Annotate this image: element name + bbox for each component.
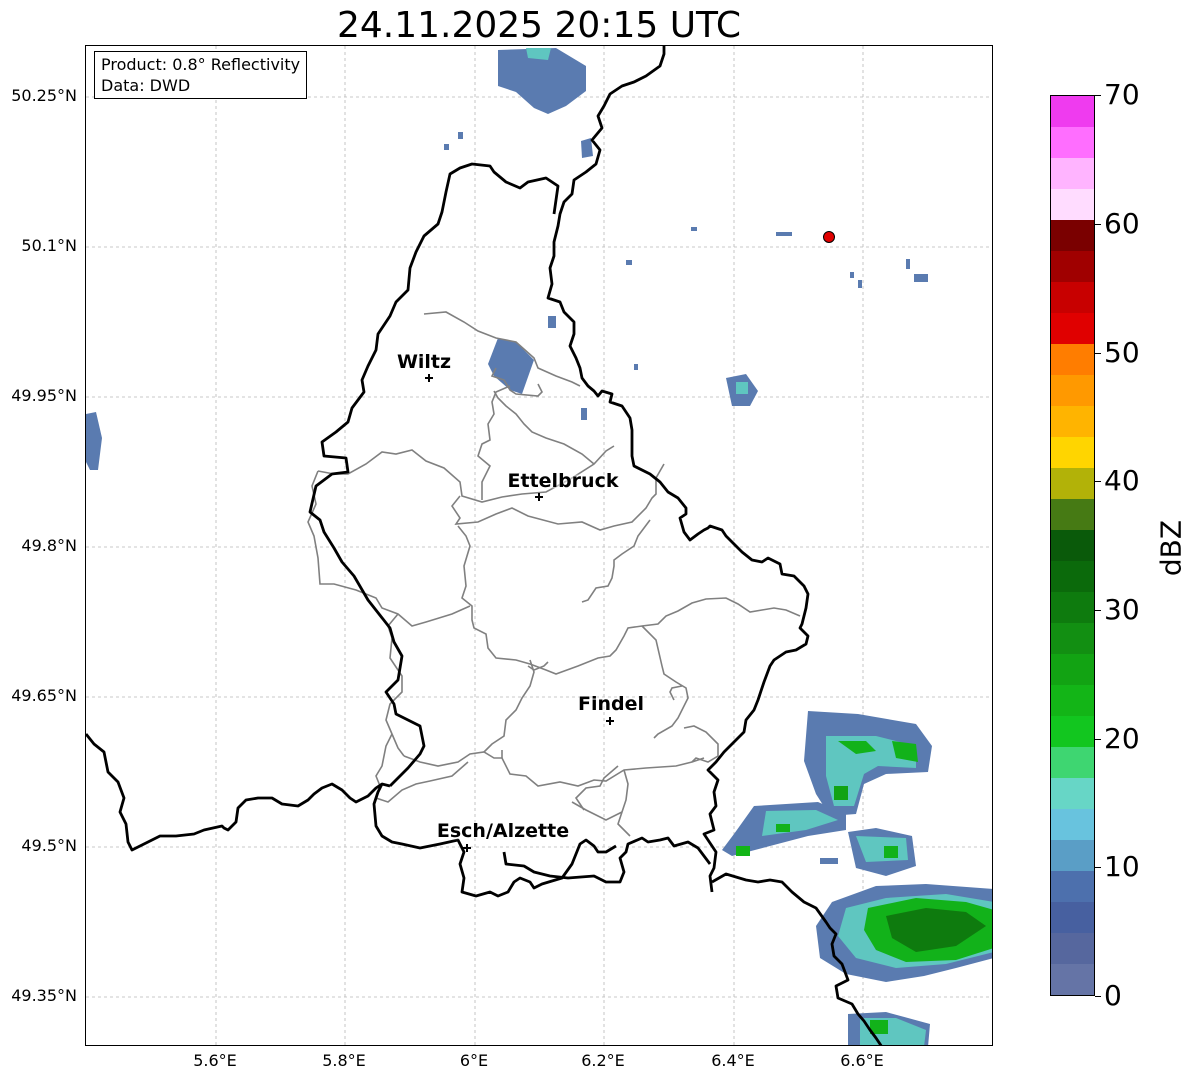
- map-panel: [85, 45, 993, 1046]
- colorbar-segment: [1051, 127, 1094, 158]
- data-source-label: Data: DWD: [101, 76, 191, 95]
- lat-tick-label: 50.1°N: [21, 236, 77, 255]
- map-title: 24.11.2025 20:15 UTC: [336, 5, 742, 46]
- colorbar-segment: [1051, 220, 1094, 251]
- colorbar-segment: [1051, 406, 1094, 437]
- colorbar-segment: [1051, 375, 1094, 406]
- lat-tick-label: 49.65°N: [11, 686, 77, 705]
- colorbar-tick: [1095, 867, 1101, 868]
- colorbar-tick: [1095, 95, 1101, 96]
- colorbar-segment: [1051, 840, 1094, 871]
- colorbar-segment: [1051, 623, 1094, 654]
- colorbar-segment: [1051, 313, 1094, 344]
- colorbar-unit-label: dBZ: [1154, 519, 1184, 577]
- colorbar-segment: [1051, 468, 1094, 499]
- colorbar-tick: [1095, 996, 1101, 997]
- colorbar-tick: [1095, 739, 1101, 740]
- colorbar-segment: [1051, 282, 1094, 313]
- colorbar-segment: [1051, 561, 1094, 592]
- city-marker-icon: [606, 717, 614, 725]
- colorbar-tick: [1095, 353, 1101, 354]
- lon-tick-label: 6°E: [459, 1051, 489, 1070]
- lat-tick-label: 49.95°N: [11, 386, 77, 405]
- colorbar-segment: [1051, 933, 1094, 964]
- colorbar-segment: [1051, 747, 1094, 778]
- colorbar-tick: [1095, 610, 1101, 611]
- colorbar-tick-label: 70: [1104, 78, 1140, 111]
- colorbar: [1050, 95, 1095, 996]
- colorbar-tick-label: 10: [1104, 850, 1140, 883]
- city-marker-icon: [425, 374, 433, 382]
- product-label: Product: 0.8° Reflectivity: [101, 55, 301, 74]
- colorbar-tick-label: 30: [1104, 593, 1140, 626]
- colorbar-tick: [1095, 481, 1101, 482]
- lat-tick-label: 50.25°N: [11, 86, 77, 105]
- colorbar-segment: [1051, 530, 1094, 561]
- colorbar-segment: [1051, 716, 1094, 747]
- colorbar-segment: [1051, 592, 1094, 623]
- lon-tick-label: 6.2°E: [581, 1051, 625, 1070]
- country-borders: [86, 46, 883, 1045]
- lat-tick-label: 49.5°N: [21, 836, 77, 855]
- colorbar-segment: [1051, 344, 1094, 375]
- city-label-wiltz: Wiltz: [396, 351, 452, 373]
- lon-tick-label: 6.6°E: [840, 1051, 884, 1070]
- colorbar-segment: [1051, 654, 1094, 685]
- colorbar-segment: [1051, 189, 1094, 220]
- lon-tick-label: 5.6°E: [193, 1051, 237, 1070]
- lat-tick-label: 49.35°N: [11, 986, 77, 1005]
- colorbar-segment: [1051, 158, 1094, 189]
- colorbar-segment: [1051, 685, 1094, 716]
- city-label-esch-alzette: Esch/Alzette: [436, 820, 570, 842]
- colorbar-tick-label: 20: [1104, 722, 1140, 755]
- city-label-findel: Findel: [577, 693, 645, 715]
- colorbar-tick-label: 50: [1104, 336, 1140, 369]
- map-canvas: [86, 46, 992, 1045]
- colorbar-segment: [1051, 251, 1094, 282]
- colorbar-tick-label: 40: [1104, 464, 1140, 497]
- colorbar-segment: [1051, 499, 1094, 530]
- lon-tick-label: 5.8°E: [322, 1051, 366, 1070]
- product-info-box: Product: 0.8° Reflectivity Data: DWD: [94, 51, 308, 99]
- colorbar-tick: [1095, 224, 1101, 225]
- colorbar-segment: [1051, 964, 1094, 995]
- colorbar-tick-label: 60: [1104, 207, 1140, 240]
- colorbar-segment: [1051, 871, 1094, 902]
- colorbar-tick-label: 0: [1104, 979, 1122, 1012]
- lon-tick-label: 6.4°E: [711, 1051, 755, 1070]
- colorbar-segment: [1051, 809, 1094, 840]
- colorbar-segment: [1051, 437, 1094, 468]
- city-label-ettelbruck: Ettelbruck: [507, 470, 619, 492]
- lat-tick-label: 49.8°N: [21, 536, 77, 555]
- city-marker-icon: [535, 493, 543, 501]
- city-marker-icon: [463, 844, 471, 852]
- colorbar-segment: [1051, 902, 1094, 933]
- colorbar-segment: [1051, 778, 1094, 809]
- radar-site-marker-icon: [823, 231, 835, 243]
- canton-boundaries: [307, 311, 801, 837]
- colorbar-segment: [1051, 96, 1094, 127]
